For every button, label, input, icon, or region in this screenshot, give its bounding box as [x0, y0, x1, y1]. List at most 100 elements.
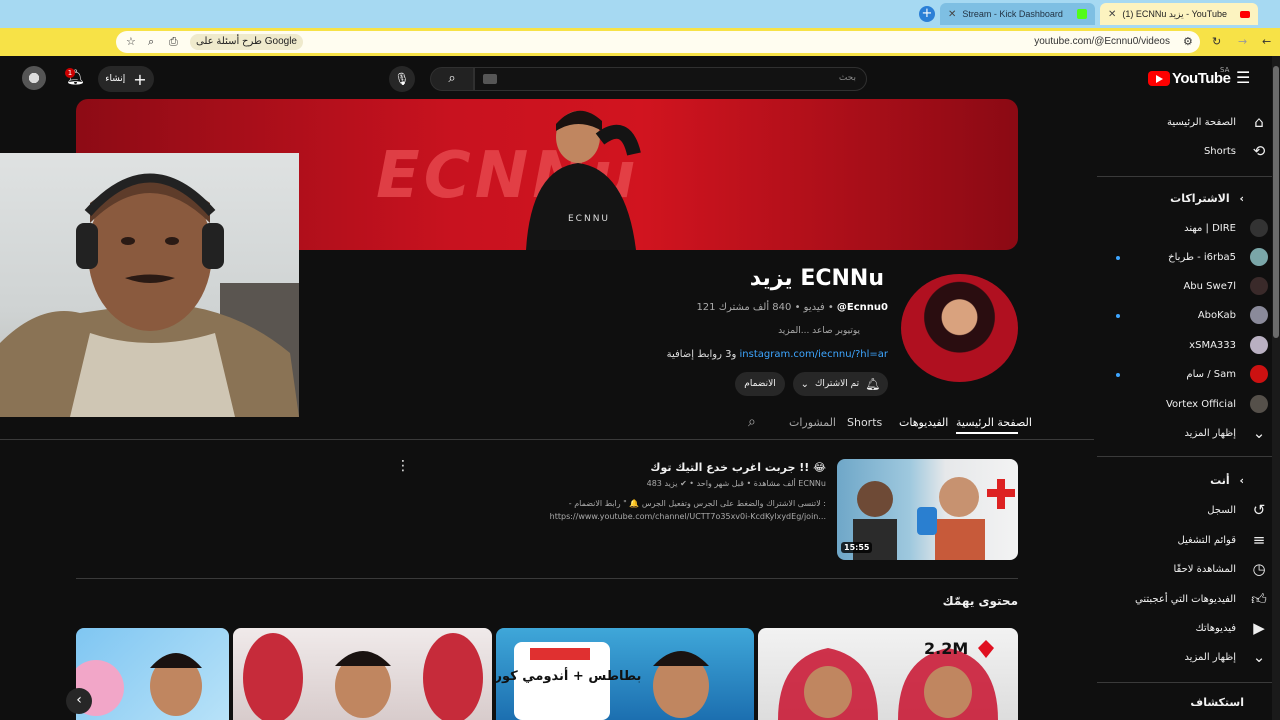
subscriptions-header[interactable]: الاشتراكات ‹: [1170, 192, 1244, 205]
extra-links[interactable]: و3 روابط إضافية: [667, 349, 737, 360]
search-input[interactable]: [474, 67, 867, 91]
you-title: أنت: [1210, 474, 1230, 487]
install-icon[interactable]: ⎙: [169, 35, 178, 49]
chevron-down-icon: ⌄: [1252, 648, 1266, 666]
sidebar-show-more-you[interactable]: ⌄ إظهار المزيد: [1097, 643, 1272, 671]
bookmark-star-icon[interactable]: ☆: [126, 35, 136, 48]
reload-icon[interactable]: ↻: [1212, 35, 1221, 48]
channel-avatar: [1250, 365, 1268, 383]
shelf-previous-button[interactable]: ‹: [66, 688, 92, 714]
account-avatar[interactable]: [22, 66, 46, 90]
subscriptions-title: الاشتراكات: [1170, 192, 1230, 205]
shelf-thumbnail-image: 2.2M: [778, 639, 998, 720]
sidebar-item-liked[interactable]: 👍︎ الفيديوهات التي أعجبتني: [1097, 585, 1272, 613]
sidebar-item-label: طرباخ - i6rba5: [1168, 251, 1236, 263]
sidebar-item-label: إظهار المزيد: [1184, 651, 1236, 663]
plus-icon: +: [133, 69, 147, 89]
video-description: - لاتنسى الاشتراك والضغط على الجرس وتفعي…: [549, 499, 826, 521]
active-tab-indicator: [956, 432, 1018, 434]
chevron-down-icon: ⌄: [800, 378, 809, 390]
sidebar-item-label: إظهار المزيد: [1184, 427, 1236, 439]
channel-avatar: [1250, 277, 1268, 295]
channel-avatar: [1250, 306, 1268, 324]
shelf-card[interactable]: [233, 628, 492, 720]
channel-links: و3 روابط إضافية instagram.com/iecnnu/?hl…: [667, 349, 888, 360]
site-settings-icon[interactable]: ⚙: [1183, 35, 1193, 48]
sidebar-show-more[interactable]: ⌄ إظهار المزيد: [1097, 419, 1272, 447]
back-icon[interactable]: ←: [1262, 35, 1271, 48]
video-title[interactable]: جربت اغرب خدع التيك توك !! 😂: [650, 461, 826, 474]
sidebar-item-sub-sam[interactable]: سام / Sam: [1097, 360, 1272, 388]
tab-home[interactable]: الصفحة الرئيسية: [956, 416, 1032, 429]
tabs-divider: [0, 439, 1094, 440]
video-duration: 15:55: [841, 542, 873, 553]
tab-videos[interactable]: الفيديوهات: [899, 416, 948, 429]
sidebar-item-your-videos[interactable]: ▶ فيديوهاتك: [1097, 614, 1272, 642]
url-text[interactable]: youtube.com/@Ecnnu0/videos: [1034, 36, 1170, 47]
sidebar-item-history[interactable]: ↺ السجل: [1097, 496, 1272, 524]
shelf-card[interactable]: بطاطس + أندومي كوري: [496, 628, 754, 720]
new-content-dot: [1116, 314, 1120, 318]
browser-tab-bar: ✕ (1) ECNNu يزيد - YouTube ✕ Stream - Ki…: [0, 0, 1280, 28]
keyboard-icon[interactable]: [483, 74, 497, 84]
channel-description[interactable]: يوتيوبر صاعد ...المزيد: [778, 326, 860, 336]
shelf-title: محتوى يهمّك: [942, 594, 1018, 608]
sidebar-item-sub-abokab[interactable]: AboKab: [1097, 301, 1272, 329]
channel-search-icon[interactable]: ⌕: [748, 414, 756, 430]
shelf-card[interactable]: 2.2M: [758, 628, 1018, 720]
sidebar-item-label: Abu Swe7l: [1183, 280, 1236, 292]
shelf-thumbnail-image: [243, 633, 483, 720]
sidebar-item-label: قوائم التشغيل: [1177, 534, 1236, 546]
sidebar-divider: [1097, 456, 1272, 457]
instagram-link[interactable]: instagram.com/iecnnu/?hl=ar: [740, 349, 888, 360]
close-tab-icon[interactable]: ✕: [1108, 9, 1116, 20]
sidebar-item-sub-abuswe7l[interactable]: Abu Swe7l: [1097, 272, 1272, 300]
webcam-overlay: [0, 153, 299, 417]
channel-avatar: [1250, 219, 1268, 237]
scrollbar-thumb[interactable]: [1273, 66, 1279, 338]
svg-text:ECNNU: ECNNU: [568, 214, 610, 224]
sidebar-item-home[interactable]: ⌂ الصفحة الرئيسية: [1097, 108, 1272, 136]
tab-title: (1) ECNNu يزيد - YouTube: [1122, 8, 1227, 19]
sidebar-item-playlists[interactable]: ≡ قوائم التشغيل: [1097, 526, 1272, 554]
sidebar-item-watch-later[interactable]: ◷ المشاهدة لاحقًا: [1097, 555, 1272, 583]
sidebar-item-shorts[interactable]: ⟲ Shorts: [1097, 137, 1272, 165]
sidebar-item-label: فيديوهاتك: [1195, 622, 1236, 634]
forward-icon[interactable]: →: [1238, 35, 1247, 48]
sidebar-item-label: سام / Sam: [1186, 368, 1236, 380]
google-lens-chip[interactable]: طرح أسئلة على Google: [190, 34, 303, 50]
voice-search-icon[interactable]: 🎙︎: [389, 66, 415, 92]
close-tab-icon[interactable]: ✕: [948, 9, 956, 20]
bell-icon: 🔔︎: [865, 377, 881, 391]
sidebar-item-label: AboKab: [1197, 309, 1236, 321]
notification-badge: 1: [65, 68, 75, 78]
shelf-card[interactable]: [76, 628, 229, 720]
create-button[interactable]: إنشاء +: [98, 66, 154, 92]
tab-kick[interactable]: ✕ Stream - Kick Dashboard: [940, 3, 1095, 25]
sidebar-item-sub-xsma333[interactable]: xSMA333: [1097, 331, 1272, 359]
channel-avatar-large[interactable]: [901, 274, 1018, 382]
kick-favicon-icon: [1077, 9, 1087, 19]
new-tab-button[interactable]: +: [919, 6, 935, 22]
tab-posts[interactable]: المشورات: [789, 416, 836, 429]
shelf-thumbnail-image: بطاطس + أندومي كوري: [496, 642, 709, 720]
join-button[interactable]: الانضمام: [735, 372, 785, 396]
sidebar-item-sub-vortex[interactable]: Vortex Official: [1097, 390, 1272, 418]
tab-youtube[interactable]: ✕ (1) ECNNu يزيد - YouTube: [1100, 3, 1258, 25]
chevron-down-icon: ⌄: [1252, 424, 1266, 442]
shorts-icon: ⟲: [1252, 142, 1266, 160]
tab-shorts[interactable]: Shorts: [847, 416, 882, 429]
zoom-icon[interactable]: ⌕: [148, 35, 154, 49]
youtube-favicon-icon: [1240, 10, 1250, 18]
create-label: إنشاء: [105, 74, 126, 84]
sidebar-item-sub-dire[interactable]: مهند | DIRE: [1097, 214, 1272, 242]
you-header[interactable]: أنت ‹: [1210, 474, 1244, 487]
webcam-person-image: [0, 173, 299, 417]
sidebar-item-label: السجل: [1207, 504, 1236, 516]
your-videos-icon: ▶: [1253, 619, 1265, 637]
subscribed-button[interactable]: ⌄ تم الاشتراك 🔔︎: [793, 372, 888, 396]
sidebar-item-sub-i6rba5[interactable]: طرباخ - i6rba5: [1097, 243, 1272, 271]
search-button[interactable]: ⌕: [430, 67, 474, 91]
more-actions-icon[interactable]: ⋮: [396, 458, 410, 474]
sidebar-item-label: Vortex Official: [1165, 398, 1236, 410]
